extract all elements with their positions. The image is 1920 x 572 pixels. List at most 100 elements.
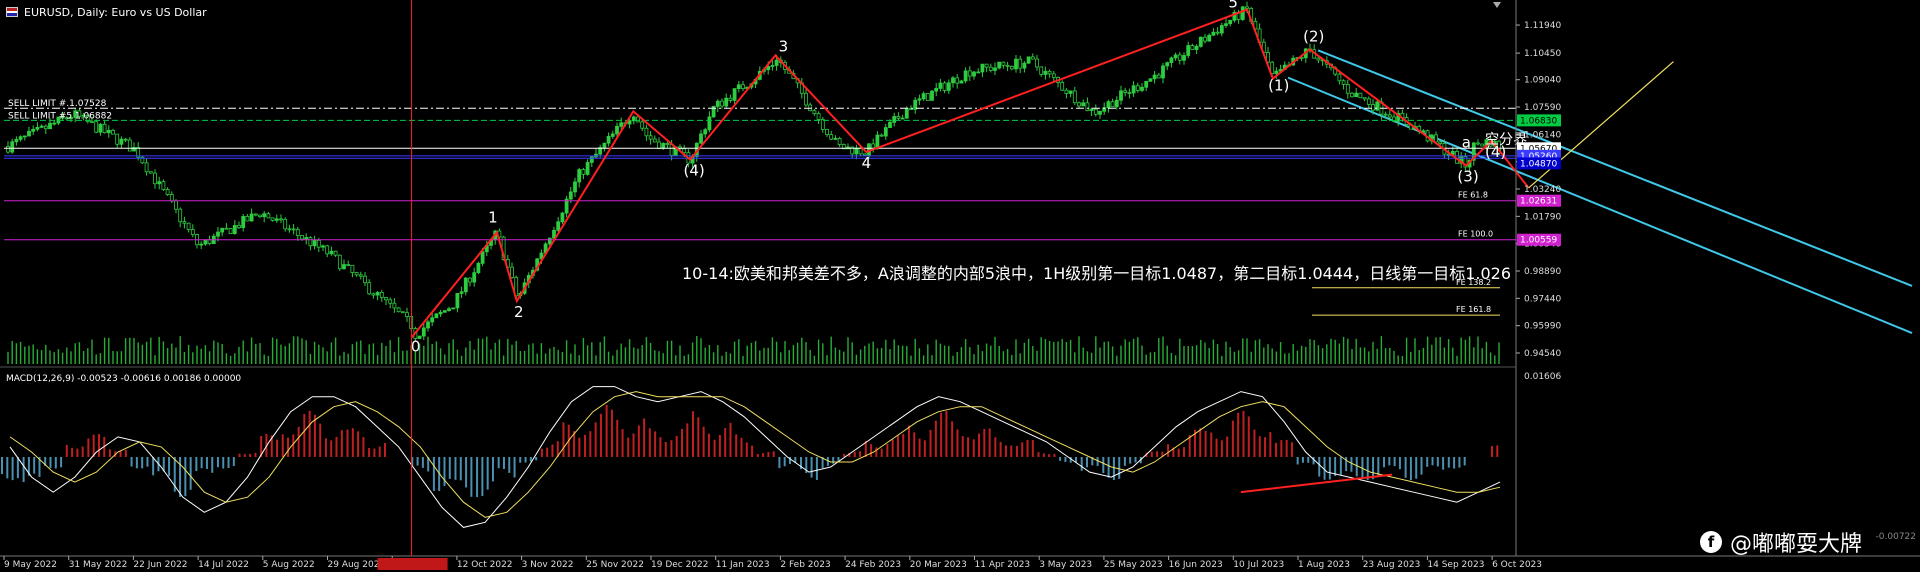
x-tick-label: 1 Aug 2023 (1298, 560, 1350, 570)
candle-body (203, 239, 208, 245)
x-tick-label: 9 May 2022 (4, 560, 57, 570)
candle-body (157, 181, 162, 185)
candle-body (1480, 143, 1485, 147)
candle-body (1362, 97, 1367, 100)
candle-body (379, 292, 384, 298)
candle-body (661, 143, 666, 149)
x-tick-label: 25 May 2023 (1104, 560, 1163, 570)
x-tick-label: 14 Sep 2023 (1427, 560, 1484, 570)
watermark: f @嘟嘟耍大牌 (1699, 526, 1862, 558)
candle (997, 61, 1002, 70)
candle-body (963, 70, 968, 82)
candle-body (400, 311, 405, 314)
candle-body (1156, 74, 1161, 79)
candle-body (1228, 19, 1233, 25)
candle-body (371, 293, 376, 296)
level-label: FE 100.0 (1458, 230, 1493, 239)
x-tick-label: 5 Aug 2022 (263, 560, 315, 570)
candle-body (421, 327, 426, 337)
candle-body (858, 147, 863, 155)
background (0, 0, 1920, 572)
candle-body (1077, 102, 1081, 107)
candle-body (938, 82, 943, 89)
candle-body (90, 121, 94, 124)
candle-body (426, 321, 430, 329)
price-badge-text: 1.06830 (1520, 116, 1557, 126)
y-tick-label: 1.06140 (1524, 130, 1561, 140)
candle-body (1358, 92, 1363, 99)
candle-body (1135, 85, 1140, 91)
candle-body (741, 84, 745, 89)
candle-body (724, 97, 729, 107)
candle-body (199, 243, 204, 246)
candle-body (1476, 142, 1480, 145)
candle-body (1366, 98, 1371, 105)
candle-body (1030, 56, 1035, 60)
resize-handle-icon[interactable] (1492, 0, 1502, 10)
candle-body (447, 308, 451, 311)
candle-body (707, 116, 712, 131)
candle-body (220, 227, 225, 233)
candle-body (833, 137, 838, 140)
candle-body (287, 228, 292, 231)
candle-body (669, 144, 674, 156)
candle (148, 171, 153, 174)
candle (1358, 92, 1363, 99)
candle-body (1203, 36, 1207, 42)
price-chart[interactable]: SELL LIMIT #.1.07528 SELL LIMIT #5 1.0688… (0, 0, 1920, 572)
candle-body (1009, 65, 1014, 70)
candle (442, 309, 447, 313)
candle-body (879, 134, 884, 137)
candle-body (367, 282, 372, 295)
candle-body (715, 100, 720, 107)
candle-body (1035, 58, 1039, 68)
candle-body (1152, 74, 1157, 80)
candle-body (921, 93, 926, 100)
candle-body (216, 231, 220, 237)
candle-body (178, 208, 183, 223)
candle-body (127, 139, 132, 152)
candle-body (1211, 31, 1216, 36)
wave-label: 5 (1228, 0, 1238, 12)
wave-label: 1 (488, 208, 498, 226)
candle-body (812, 110, 817, 115)
candle-body (1005, 64, 1010, 67)
y-tick-label: 1.10450 (1524, 49, 1561, 59)
candle-body (346, 264, 351, 266)
candle-body (825, 129, 829, 136)
candle-body (699, 133, 703, 144)
candle-body (1375, 101, 1380, 111)
candle-body (258, 214, 262, 218)
candle-body (942, 82, 947, 91)
candle-body (10, 141, 15, 153)
wave-label: 3 (779, 37, 789, 55)
candle-body (560, 212, 565, 223)
candle-body (1219, 25, 1224, 34)
candle-body (27, 130, 31, 137)
candle-body (896, 116, 901, 119)
candle-body (510, 266, 514, 278)
candle (140, 155, 145, 165)
candle-body (207, 239, 212, 245)
candle-body (589, 156, 594, 163)
candle-body (190, 229, 195, 235)
x-tick-label: 19 Dec 2022 (651, 560, 709, 570)
candle-body (774, 59, 779, 66)
wave-label: (2) (1303, 27, 1324, 45)
candle-body (312, 239, 317, 247)
candle-body (854, 147, 859, 155)
candle-body (1383, 113, 1388, 116)
candle (400, 311, 405, 314)
candle-body (1106, 101, 1111, 109)
candle-body (644, 127, 649, 137)
candle (94, 119, 99, 134)
x-tick-label: 24 Feb 2023 (845, 560, 901, 570)
candle-body (1148, 78, 1153, 82)
y-tick-label: 1.11940 (1524, 21, 1561, 31)
candle-body (434, 313, 439, 319)
candle-body (1043, 70, 1048, 75)
candle-body (1144, 80, 1149, 88)
price-badge-text: 1.04870 (1520, 159, 1557, 169)
candle (1198, 36, 1203, 48)
candle-body (363, 275, 367, 284)
